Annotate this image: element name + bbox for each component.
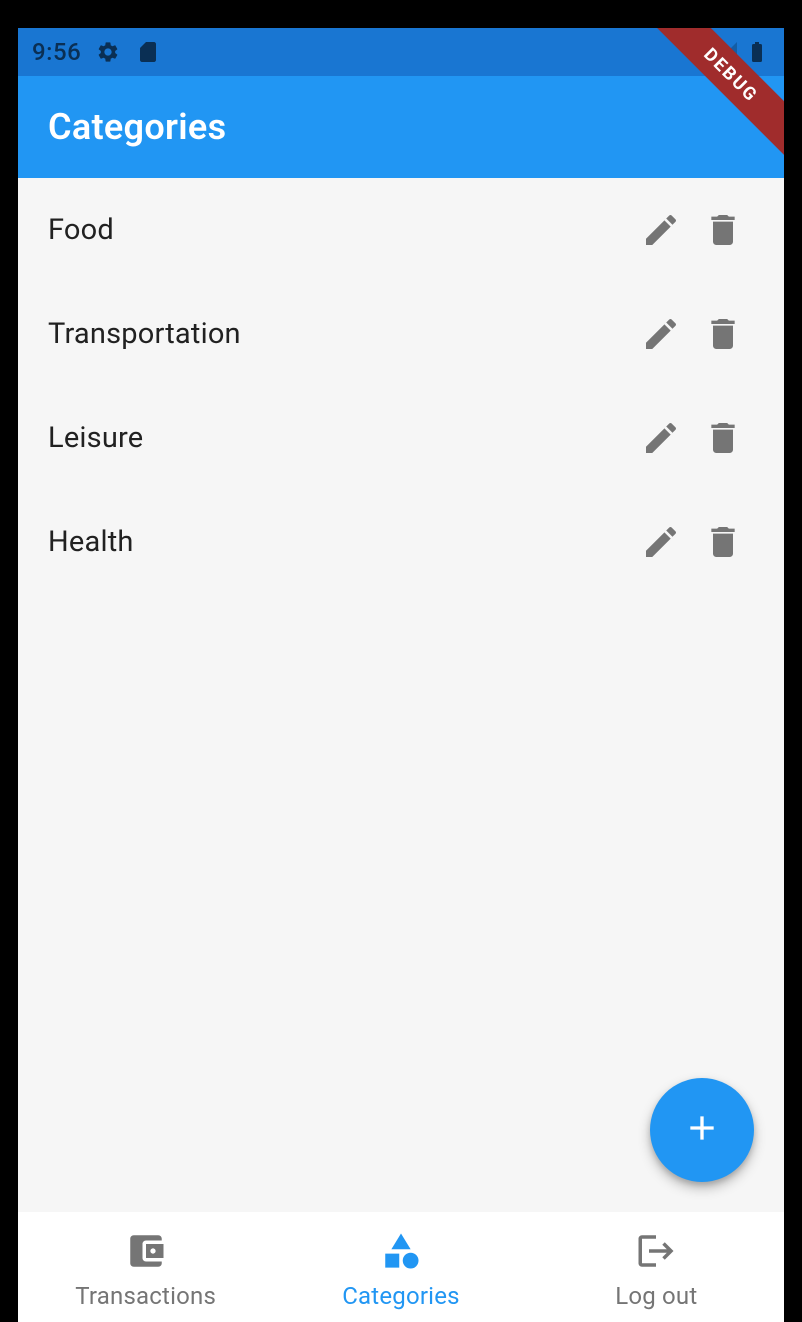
app-bar: Categories: [18, 76, 784, 178]
status-time: 9:56: [32, 38, 81, 66]
plus-icon: [682, 1108, 722, 1152]
category-icon: [380, 1230, 422, 1276]
bottom-nav: Transactions Categories Log out: [18, 1212, 784, 1322]
main-content: Food Transportation Leisure: [18, 178, 784, 1212]
gear-icon: [95, 39, 121, 65]
nav-logout[interactable]: Log out: [529, 1212, 784, 1322]
signal-icon: [714, 39, 740, 65]
nav-label: Transactions: [75, 1282, 216, 1310]
category-name: Food: [48, 213, 630, 247]
category-name: Leisure: [48, 421, 630, 455]
wallet-icon: [125, 1230, 167, 1276]
delete-icon[interactable]: [692, 511, 754, 573]
delete-icon[interactable]: [692, 303, 754, 365]
sd-card-icon: [135, 39, 161, 65]
delete-icon[interactable]: [692, 407, 754, 469]
category-row[interactable]: Health: [18, 490, 784, 594]
nav-transactions[interactable]: Transactions: [18, 1212, 273, 1322]
categories-list: Food Transportation Leisure: [18, 178, 784, 594]
nav-categories[interactable]: Categories: [273, 1212, 528, 1322]
category-row[interactable]: Leisure: [18, 386, 784, 490]
edit-icon[interactable]: [630, 199, 692, 261]
add-button[interactable]: [650, 1078, 754, 1182]
nav-label: Categories: [342, 1282, 460, 1310]
edit-icon[interactable]: [630, 407, 692, 469]
logout-icon: [635, 1230, 677, 1276]
edit-icon[interactable]: [630, 303, 692, 365]
category-name: Transportation: [48, 317, 630, 351]
category-name: Health: [48, 525, 630, 559]
wifi-icon: [684, 39, 710, 65]
page-title: Categories: [48, 106, 226, 148]
delete-icon[interactable]: [692, 199, 754, 261]
battery-icon: [744, 39, 770, 65]
category-row[interactable]: Food: [18, 178, 784, 282]
status-bar: 9:56: [18, 28, 784, 76]
nav-label: Log out: [615, 1282, 697, 1310]
category-row[interactable]: Transportation: [18, 282, 784, 386]
edit-icon[interactable]: [630, 511, 692, 573]
